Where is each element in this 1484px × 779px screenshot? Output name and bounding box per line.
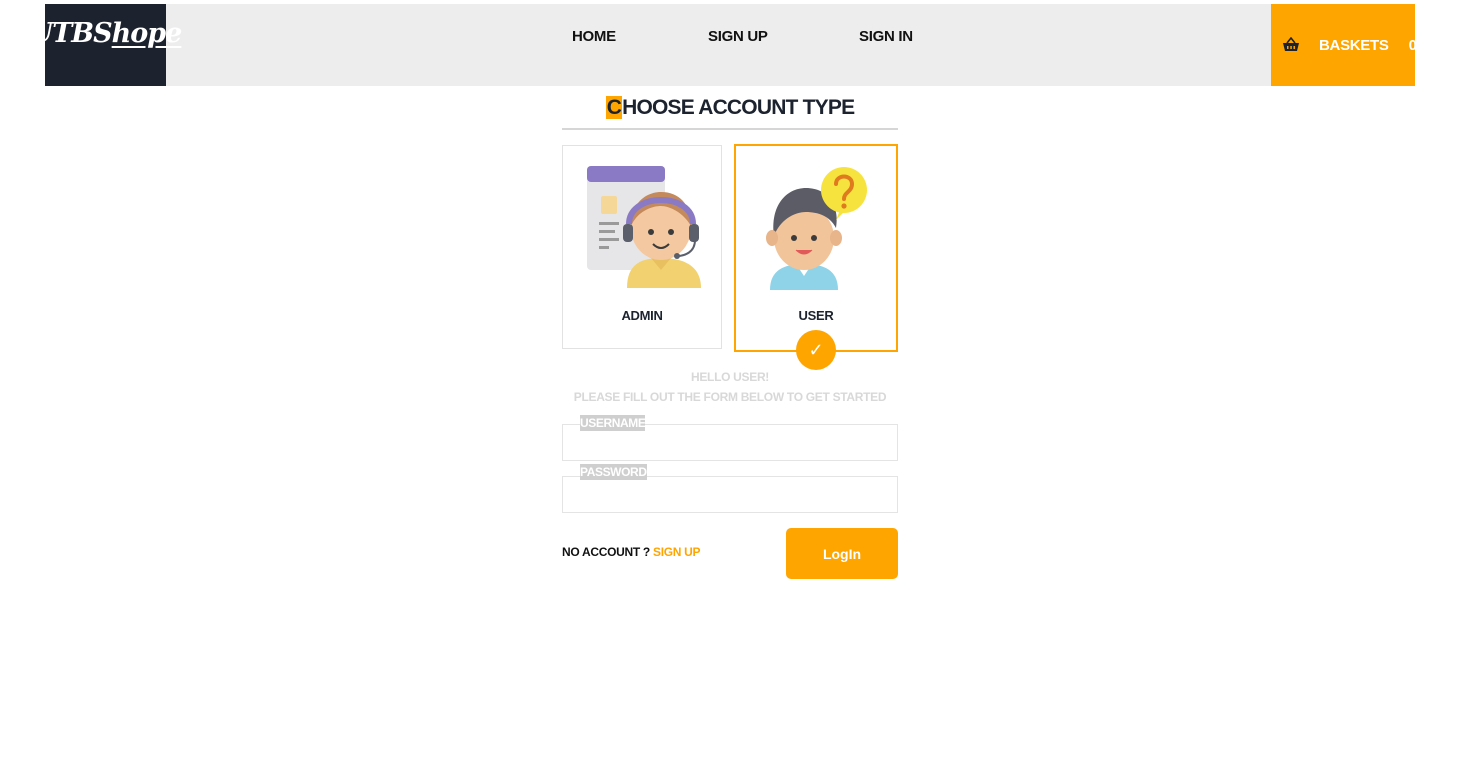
title-rest: HOOSE ACCOUNT TYPE — [622, 96, 855, 119]
admin-support-avatar-icon — [587, 166, 701, 288]
user-question-avatar-icon — [766, 167, 867, 290]
login-button[interactable]: LogIn — [786, 528, 898, 579]
password-field[interactable] — [562, 476, 898, 513]
password-label: PASSWORD — [580, 464, 647, 480]
no-account-label: NO ACCOUNT ? — [562, 545, 650, 559]
nav-sign-up[interactable]: SIGN UP — [708, 28, 768, 45]
title-first-letter: C — [605, 96, 623, 119]
no-account-text: NO ACCOUNT ? SIGN UP — [562, 545, 701, 559]
nav-home[interactable]: HOME — [572, 28, 616, 45]
basket-label: BASKETS — [1319, 36, 1389, 54]
basket-count: 0 — [1408, 36, 1417, 54]
username-label: USERNAME — [580, 415, 646, 431]
selected-check-icon: ✓ — [796, 330, 836, 370]
account-type-admin-card[interactable]: ADMIN — [562, 145, 722, 349]
page-title: CHOOSE ACCOUNT TYPE — [562, 93, 898, 130]
brand-logo[interactable]: UTBS hope — [30, 4, 182, 86]
basket-button[interactable]: BASKETS 0 — [1271, 4, 1417, 86]
user-label: USER — [798, 308, 834, 323]
greeting-line-2: PLEASE FILL OUT THE FORM BELOW TO GET ST… — [573, 390, 887, 404]
navbar: UTBS hope HOME SIGN UP SIGN IN BASKETS 0 — [30, 4, 1417, 86]
basket-icon — [1282, 37, 1300, 53]
greeting-line-1: HELLO USER! — [690, 370, 770, 384]
account-type-user-card[interactable]: USER — [734, 144, 898, 352]
admin-label: ADMIN — [621, 308, 663, 323]
nav-sign-in[interactable]: SIGN IN — [859, 28, 913, 45]
logo-sub: hope — [111, 18, 183, 49]
logo-main: UTBS — [29, 18, 113, 49]
sign-up-link[interactable]: SIGN UP — [653, 545, 701, 559]
